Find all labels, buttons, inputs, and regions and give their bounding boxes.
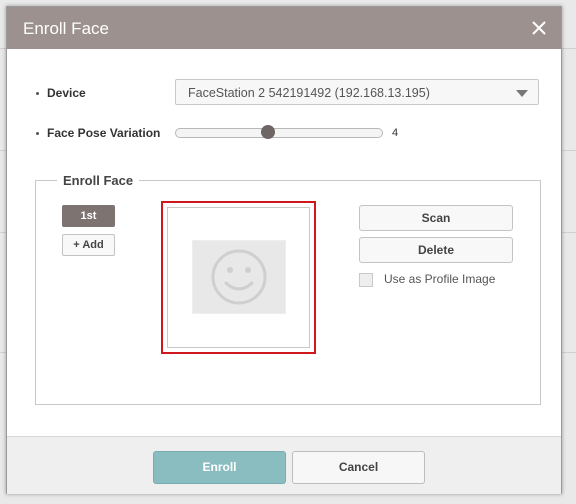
pose-variation-label: Face Pose Variation bbox=[47, 126, 161, 140]
profile-image-checkbox[interactable] bbox=[359, 273, 373, 287]
close-icon bbox=[532, 21, 546, 35]
bullet-icon bbox=[36, 92, 39, 95]
add-face-button[interactable]: + Add bbox=[62, 234, 115, 256]
profile-image-label: Use as Profile Image bbox=[384, 272, 496, 286]
pose-variation-value: 4 bbox=[392, 127, 399, 139]
device-label: Device bbox=[47, 86, 86, 100]
delete-button[interactable]: Delete bbox=[359, 237, 513, 263]
face-image-area bbox=[167, 207, 310, 348]
enroll-button[interactable]: Enroll bbox=[153, 451, 286, 484]
cancel-button[interactable]: Cancel bbox=[292, 451, 425, 484]
dialog-titlebar: Enroll Face bbox=[7, 7, 561, 49]
slider-thumb[interactable] bbox=[260, 125, 275, 139]
bullet-icon bbox=[36, 132, 39, 135]
enroll-face-dialog: Enroll Face Device FaceStation 2 5421914… bbox=[6, 6, 562, 494]
tab-1st[interactable]: 1st bbox=[62, 205, 115, 227]
face-image-frame[interactable] bbox=[161, 201, 316, 354]
enroll-face-legend: Enroll Face bbox=[57, 173, 140, 188]
device-select[interactable]: FaceStation 2 542191492 (192.168.13.195) bbox=[175, 79, 539, 105]
smiley-face-icon bbox=[211, 249, 267, 305]
face-placeholder bbox=[192, 240, 286, 314]
close-button[interactable] bbox=[527, 16, 551, 40]
scan-button[interactable]: Scan bbox=[359, 205, 513, 231]
dialog-title: Enroll Face bbox=[23, 19, 109, 38]
device-select-value: FaceStation 2 542191492 (192.168.13.195) bbox=[188, 86, 430, 100]
chevron-down-icon bbox=[516, 90, 528, 97]
slider-track bbox=[175, 128, 383, 138]
pose-variation-slider[interactable] bbox=[175, 125, 383, 139]
